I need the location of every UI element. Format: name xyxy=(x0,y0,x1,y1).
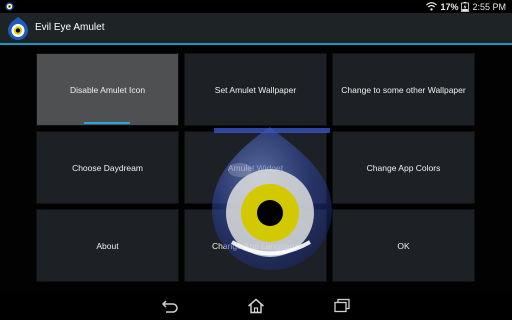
recents-icon xyxy=(334,298,350,313)
battery-percent: 17% xyxy=(440,1,459,12)
main-content: Disable Amulet Icon Set Amulet Wallpaper… xyxy=(0,45,512,292)
ok-button[interactable]: OK xyxy=(332,209,475,282)
change-wallpaper-button[interactable]: Change to some other Wallpaper xyxy=(332,53,475,126)
navigation-bar xyxy=(0,292,512,320)
button-label: Amulet Widget xyxy=(227,162,284,173)
button-label: Set Amulet Wallpaper xyxy=(214,84,297,95)
evil-eye-amulet-icon[interactable] xyxy=(6,16,30,40)
button-label: About xyxy=(96,240,119,251)
action-bar: Evil Eye Amulet xyxy=(0,13,512,43)
evil-eye-small-icon xyxy=(5,2,14,11)
button-label: Change to some other Wallpaper xyxy=(341,84,466,95)
choose-daydream-button[interactable]: Choose Daydream xyxy=(36,131,179,204)
home-button[interactable] xyxy=(246,297,266,315)
button-label: Change App Language xyxy=(212,240,299,251)
button-label: Disable Amulet Icon xyxy=(69,84,146,95)
battery-charging-icon xyxy=(461,1,470,12)
clock: 2:55 PM xyxy=(472,1,506,12)
back-button[interactable] xyxy=(160,297,180,315)
disable-amulet-icon-button[interactable]: Disable Amulet Icon xyxy=(36,53,179,126)
button-label: OK xyxy=(397,240,410,251)
app-title: Evil Eye Amulet xyxy=(35,22,105,33)
home-icon xyxy=(248,298,264,314)
wifi-icon xyxy=(426,2,438,11)
change-app-colors-button[interactable]: Change App Colors xyxy=(332,131,475,204)
change-app-language-button[interactable]: Change App Language xyxy=(184,209,327,282)
set-amulet-wallpaper-button[interactable]: Set Amulet Wallpaper xyxy=(184,53,327,126)
amulet-widget-button[interactable]: Amulet Widget xyxy=(184,131,327,204)
status-indicators: 17% 2:55 PM xyxy=(426,0,506,13)
button-label: Change App Colors xyxy=(366,162,441,173)
about-button[interactable]: About xyxy=(36,209,179,282)
back-icon xyxy=(161,300,178,313)
status-bar: 17% 2:55 PM xyxy=(0,0,512,13)
button-label: Choose Daydream xyxy=(72,162,143,173)
options-grid: Disable Amulet Icon Set Amulet Wallpaper… xyxy=(36,53,477,284)
recents-button[interactable] xyxy=(332,297,352,315)
